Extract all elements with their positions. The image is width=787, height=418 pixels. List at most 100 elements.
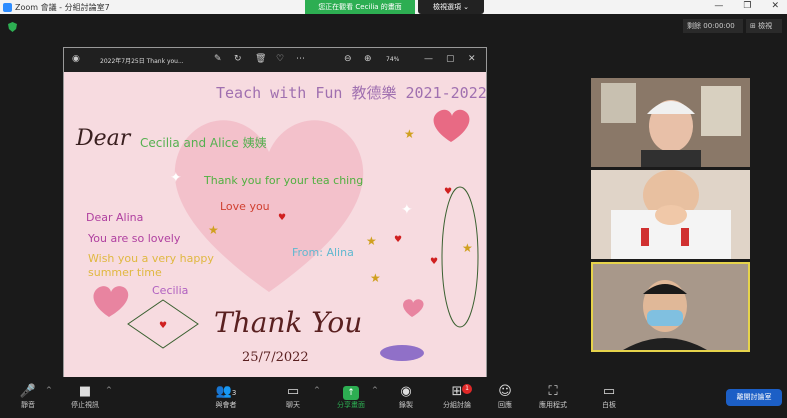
participant-video-tile[interactable] [591, 170, 750, 259]
thank-you-card: ★ ★ ★ ★ ★ ♥ ♥ ♥ ♥ ♥ ✦ ✦ Teach with Fun 教… [64, 72, 486, 377]
maximize-icon[interactable]: ❐ [743, 1, 751, 11]
heart-red-2: ♥ [278, 213, 286, 223]
heart-red-1: ♥ [444, 187, 452, 197]
participant-video-2 [591, 170, 750, 259]
chat-button[interactable]: ▭ 聊天 [268, 384, 318, 410]
participant-video-tile-active[interactable] [591, 262, 750, 352]
zoom-level: 74% [386, 56, 400, 63]
apps-icon: ⛶ [548, 384, 558, 399]
card-signature: Cecilia [152, 284, 189, 297]
chat-icon: ▭ [286, 384, 300, 399]
timer-box: 剩餘 00:00:00 [683, 19, 743, 33]
chat-menu-caret-icon[interactable]: ^ [314, 386, 320, 394]
participant-video-1 [591, 78, 750, 167]
participants-icon: 👥3 [215, 384, 237, 399]
favorite-icon[interactable]: ♡ [276, 54, 284, 64]
whiteboard-icon: ▭ [602, 384, 616, 399]
reactions-icon: ☺ [498, 384, 512, 399]
card-dear: Dear [76, 126, 131, 151]
oval-outline [441, 186, 479, 328]
participant-video-tile[interactable] [591, 78, 750, 167]
participants-button[interactable]: 👥3 與會者 [201, 384, 251, 410]
share-menu-caret-icon[interactable]: ^ [372, 386, 378, 394]
card-thank-you: Thank You [214, 306, 363, 339]
reactions-button[interactable]: ☺ 回應 [480, 384, 530, 410]
shared-screen-viewer: ◉ 2022年7月25日 Thank you... ✎ ↻ 🗑 ♡ ⋯ ⊖ ⊕ … [63, 47, 487, 377]
heart-red-4: ♥ [430, 257, 438, 267]
heart-red-3: ♥ [394, 235, 402, 245]
star-1: ★ [404, 127, 415, 141]
meeting-toolbar: 🎤 靜音 ^ ■ 停止視訊 ^ 👥3 與會者 ▭ 聊天 ^ ↑ 分享畫面 ^ ◉… [0, 380, 787, 418]
audio-menu-caret-icon[interactable]: ^ [46, 386, 52, 394]
viewer-filename: 2022年7月25日 Thank you... [100, 58, 184, 65]
card-lovely-line: You are so lovely [88, 232, 181, 245]
delete-icon[interactable]: 🗑 [255, 54, 266, 64]
card-dear-alina: Dear Alina [86, 211, 144, 224]
window-title: Zoom 會議 - 分組討論室7 [15, 3, 110, 12]
reactions-label: 回應 [498, 401, 512, 409]
stop-video-button[interactable]: ■ 停止視訊 [60, 384, 110, 410]
whiteboard-button[interactable]: ▭ 白板 [584, 384, 634, 410]
video-menu-caret-icon[interactable]: ^ [106, 386, 112, 394]
participants-label: 與會者 [215, 401, 237, 409]
card-love-line: Love you [220, 200, 270, 213]
leave-room-button[interactable]: 離開討論室 [726, 389, 782, 406]
star-5: ★ [462, 241, 473, 255]
video-camera-icon: ■ [78, 384, 92, 399]
heart-top-right [433, 109, 470, 142]
window-controls: — ❐ ✕ [714, 1, 779, 11]
viewer-toolbar: ◉ 2022年7月25日 Thank you... ✎ ↻ 🗑 ♡ ⋯ ⊖ ⊕ … [64, 48, 486, 72]
minimize-icon[interactable]: — [714, 1, 723, 11]
heart-left [93, 286, 129, 317]
close-viewer-icon[interactable]: ✕ [468, 54, 476, 64]
purple-oval [380, 345, 424, 361]
heart-small-right [403, 299, 424, 317]
breakout-rooms-icon: ⊞ [451, 384, 463, 399]
card-from-line: From: Alina [292, 246, 354, 259]
sparkle-1: ✦ [170, 170, 182, 186]
timer-value: 00:00:00 [703, 22, 735, 30]
apps-button[interactable]: ⛶ 應用程式 [528, 384, 578, 410]
card-wish-line-1: Wish you a very happy [88, 252, 214, 265]
close-icon[interactable]: ✕ [771, 1, 779, 11]
record-icon: ◉ [400, 384, 412, 399]
timer-label: 剩餘 [687, 22, 701, 30]
mute-label: 靜音 [21, 401, 35, 409]
minimize-viewer-icon[interactable]: — [424, 54, 433, 64]
card-recipients: Cecilia and Alice 姨姨 [140, 136, 267, 150]
security-shield-icon[interactable] [8, 22, 17, 32]
share-screen-icon: ↑ [343, 386, 359, 400]
share-banner: 您正在觀看 Cecilia 的畫面 [305, 0, 415, 14]
share-screen-button[interactable]: ↑ 分享畫面 [326, 384, 376, 410]
chat-label: 聊天 [286, 401, 300, 409]
edit-icon[interactable]: ✎ [214, 54, 222, 64]
sparkle-2: ✦ [401, 202, 413, 218]
stop-video-label: 停止視訊 [71, 401, 99, 409]
star-2: ★ [208, 223, 219, 237]
card-title: Teach with Fun 教德樂 2021-2022 [216, 84, 486, 102]
app-title: Zoom 會議 - 分組討論室7 [3, 2, 110, 13]
maximize-viewer-icon[interactable]: ▢ [446, 54, 455, 64]
record-button[interactable]: ◉ 錄製 [381, 384, 431, 410]
more-icon[interactable]: ⋯ [296, 54, 305, 64]
card-wish-line-2: summer time [88, 266, 162, 279]
star-3: ★ [366, 234, 377, 248]
card-date: 25/7/2022 [242, 350, 309, 365]
share-screen-label: 分享畫面 [337, 401, 365, 409]
participant-video-3 [593, 264, 748, 350]
gallery-view-button[interactable]: ⊞ 檢視 [746, 19, 782, 33]
zoom-logo-icon [3, 3, 12, 12]
participants-count: 3 [231, 389, 237, 397]
zoom-in-icon[interactable]: ⊕ [364, 54, 372, 64]
heart-red-5: ♥ [159, 321, 167, 331]
photos-app-icon: ◉ [72, 54, 80, 64]
apps-label: 應用程式 [539, 401, 567, 409]
whiteboard-label: 白板 [602, 401, 616, 409]
record-label: 錄製 [399, 401, 413, 409]
card-thanks-line: Thank you for your tea ching [204, 174, 364, 187]
rotate-icon[interactable]: ↻ [234, 54, 242, 64]
breakout-label: 分組討論 [443, 401, 471, 409]
breakout-rooms-button[interactable]: ⊞ 1 分組討論 [432, 384, 482, 410]
view-options-button[interactable]: 檢視選項 ⌄ [418, 0, 484, 14]
zoom-out-icon[interactable]: ⊖ [344, 54, 352, 64]
